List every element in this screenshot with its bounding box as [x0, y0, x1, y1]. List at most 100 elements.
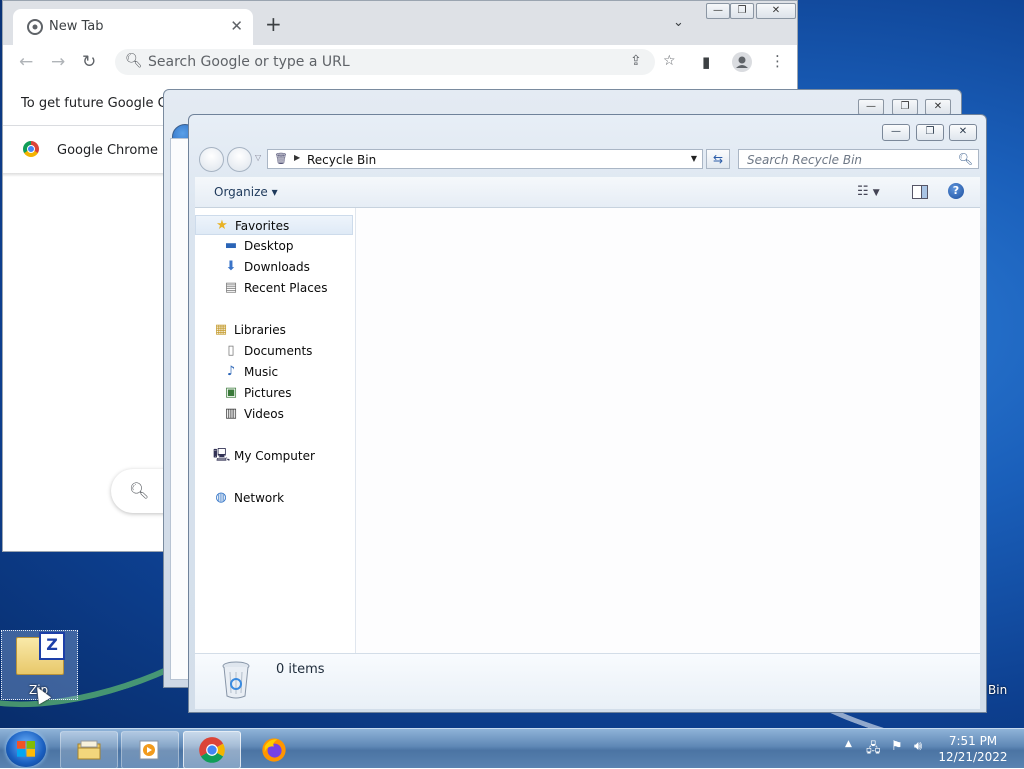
chrome-icon — [199, 737, 225, 763]
downloads-icon: ⬇ — [225, 259, 237, 274]
minimize-button[interactable]: — — [882, 124, 910, 141]
search-placeholder: Search Recycle Bin — [747, 153, 863, 167]
nav-item-downloads[interactable]: ⬇ Downloads — [195, 257, 353, 277]
chrome-toolbar: ← → ↻ 🔍︎ Search Google or type a URL ⇪ ☆… — [3, 45, 797, 79]
back-arrow-icon[interactable]: ← — [19, 52, 33, 72]
zip-badge-icon: Z — [39, 632, 65, 660]
address-dropdown-icon[interactable]: ▼ — [691, 154, 697, 163]
chrome-tabstrip: New Tab ✕ + ⌄ — ❐ ✕ — [3, 1, 797, 45]
chrome-minimize-button[interactable]: — — [706, 3, 730, 19]
star-icon: ★ — [216, 218, 228, 233]
search-input[interactable]: Search Recycle Bin 🔍︎ — [738, 149, 979, 169]
clock-time: 7:51 PM — [948, 734, 998, 748]
breadcrumb[interactable]: Recycle Bin — [307, 153, 376, 167]
search-icon: 🔍︎ — [125, 53, 143, 69]
nav-item-pictures[interactable]: ▣ Pictures — [195, 383, 353, 403]
bookmark-star-icon[interactable]: ☆ — [663, 53, 676, 69]
chevron-down-icon: ▼ — [872, 188, 880, 198]
recycle-bin-icon: 🗑 — [274, 152, 288, 165]
chrome-close-button[interactable]: ✕ — [756, 3, 796, 19]
nav-item-my-computer[interactable]: 🖳 My Computer — [195, 446, 353, 466]
clock[interactable]: 7:51 PM 12/21/2022 — [938, 733, 1008, 765]
chrome-favicon-icon — [27, 19, 43, 35]
nav-item-videos[interactable]: ▥ Videos — [195, 404, 353, 424]
taskbar-media-player[interactable] — [121, 731, 179, 769]
address-bar[interactable]: 🗑 ▶ Recycle Bin ▼ — [267, 149, 703, 169]
desktop-icon: ▬ — [224, 238, 238, 253]
side-panel-icon[interactable]: ▮ — [702, 53, 710, 71]
restore-button[interactable]: ❐ — [916, 124, 944, 141]
pictures-icon: ▣ — [224, 385, 238, 400]
profile-avatar-icon[interactable] — [732, 52, 752, 72]
forward-arrow-icon[interactable]: → — [51, 52, 65, 72]
network-tray-icon[interactable]: 🖧 — [866, 739, 881, 761]
music-icon: ♪ — [226, 364, 236, 379]
recent-places-icon: ▤ — [224, 280, 238, 295]
recent-pages-dropdown-icon[interactable]: ▽ — [255, 153, 261, 162]
nav-item-recent-places[interactable]: ▤ Recent Places — [195, 278, 353, 298]
tab-close-icon[interactable]: ✕ — [230, 17, 243, 35]
taskbar-chrome[interactable] — [183, 731, 241, 769]
computer-icon: 🖳 — [213, 448, 231, 463]
start-button[interactable] — [6, 731, 46, 767]
organize-button[interactable]: Organize ▾ — [214, 185, 278, 199]
tab-title: New Tab — [49, 19, 104, 34]
taskbar-explorer[interactable] — [60, 731, 118, 769]
change-view-button[interactable]: ☷ ▼ — [857, 184, 880, 199]
tab-search-icon[interactable]: ⌄ — [673, 15, 684, 30]
show-hidden-icons-icon[interactable]: ▲ — [845, 739, 852, 749]
nav-item-label: Music — [244, 365, 279, 379]
refresh-button[interactable]: ⇆ — [706, 149, 730, 169]
libraries-icon: ▦ — [214, 322, 228, 337]
explorer-window: — ❐ ✕ ▽ 🗑 ▶ Recycle Bin ▼ ⇆ Search Recyc… — [188, 114, 987, 713]
preview-pane-button[interactable] — [912, 185, 928, 199]
nav-item-label: Videos — [244, 407, 284, 421]
help-icon[interactable]: ? — [948, 183, 964, 199]
videos-icon: ▥ — [224, 406, 238, 421]
share-icon[interactable]: ⇪ — [630, 53, 642, 69]
nav-item-desktop[interactable]: ▬ Desktop — [195, 236, 353, 256]
media-player-icon — [139, 740, 159, 760]
desktop-icon-recycle-bin[interactable]: Bin — [988, 683, 1007, 697]
nav-item-label: Recent Places — [244, 281, 328, 295]
refresh-icon: ⇆ — [712, 152, 724, 166]
nav-item-label: Documents — [244, 344, 313, 358]
new-tab-button[interactable]: + — [265, 14, 282, 34]
breadcrumb-arrow-icon[interactable]: ▶ — [294, 153, 300, 162]
view-icon: ☷ — [857, 184, 869, 199]
nav-item-label: Favorites — [235, 219, 290, 233]
back-window-restore-button[interactable]: ❐ — [892, 99, 918, 115]
reload-icon[interactable]: ↻ — [82, 52, 96, 72]
kebab-menu-icon[interactable]: ⋮ — [770, 52, 785, 70]
nav-item-label: My Computer — [234, 449, 315, 463]
nav-item-label: Libraries — [234, 323, 286, 337]
clock-date: 12/21/2022 — [938, 750, 1008, 764]
nav-item-favorites[interactable]: ★ Favorites — [195, 215, 353, 235]
close-button[interactable]: ✕ — [949, 124, 977, 141]
action-center-flag-icon[interactable]: ⚑ — [891, 739, 903, 754]
nav-item-label: Pictures — [244, 386, 292, 400]
back-button[interactable] — [199, 147, 224, 172]
firefox-icon — [262, 738, 286, 762]
chrome-restore-button[interactable]: ❐ — [730, 3, 754, 19]
omnibox[interactable]: 🔍︎ Search Google or type a URL ⇪ ☆ — [115, 49, 676, 75]
network-icon: ◍ — [215, 490, 227, 505]
volume-icon[interactable]: 🔊︎ — [914, 739, 922, 754]
back-window-close-button[interactable]: ✕ — [925, 99, 951, 115]
file-list-area[interactable] — [356, 208, 980, 653]
omnibox-placeholder: Search Google or type a URL — [148, 54, 350, 70]
nav-item-network[interactable]: ◍ Network — [195, 488, 353, 508]
nav-item-label: Downloads — [244, 260, 310, 274]
tab-new-tab[interactable]: New Tab ✕ — [13, 9, 253, 45]
recycle-bin-icon — [222, 661, 250, 699]
nav-item-libraries[interactable]: ▦ Libraries — [195, 320, 353, 340]
navigation-pane: ★ Favorites ▬ Desktop ⬇ Downloads ▤ Recent Plac… — [195, 208, 356, 653]
back-window-minimize-button[interactable]: — — [858, 99, 884, 115]
forward-button[interactable] — [227, 147, 252, 172]
search-icon: 🔍︎ — [129, 481, 150, 500]
explorer-folder-icon — [77, 740, 101, 760]
nav-item-music[interactable]: ♪ Music — [195, 362, 353, 382]
taskbar-firefox[interactable] — [245, 731, 303, 769]
nav-item-documents[interactable]: ▯ Documents — [195, 341, 353, 361]
details-pane: 0 items — [195, 653, 980, 709]
